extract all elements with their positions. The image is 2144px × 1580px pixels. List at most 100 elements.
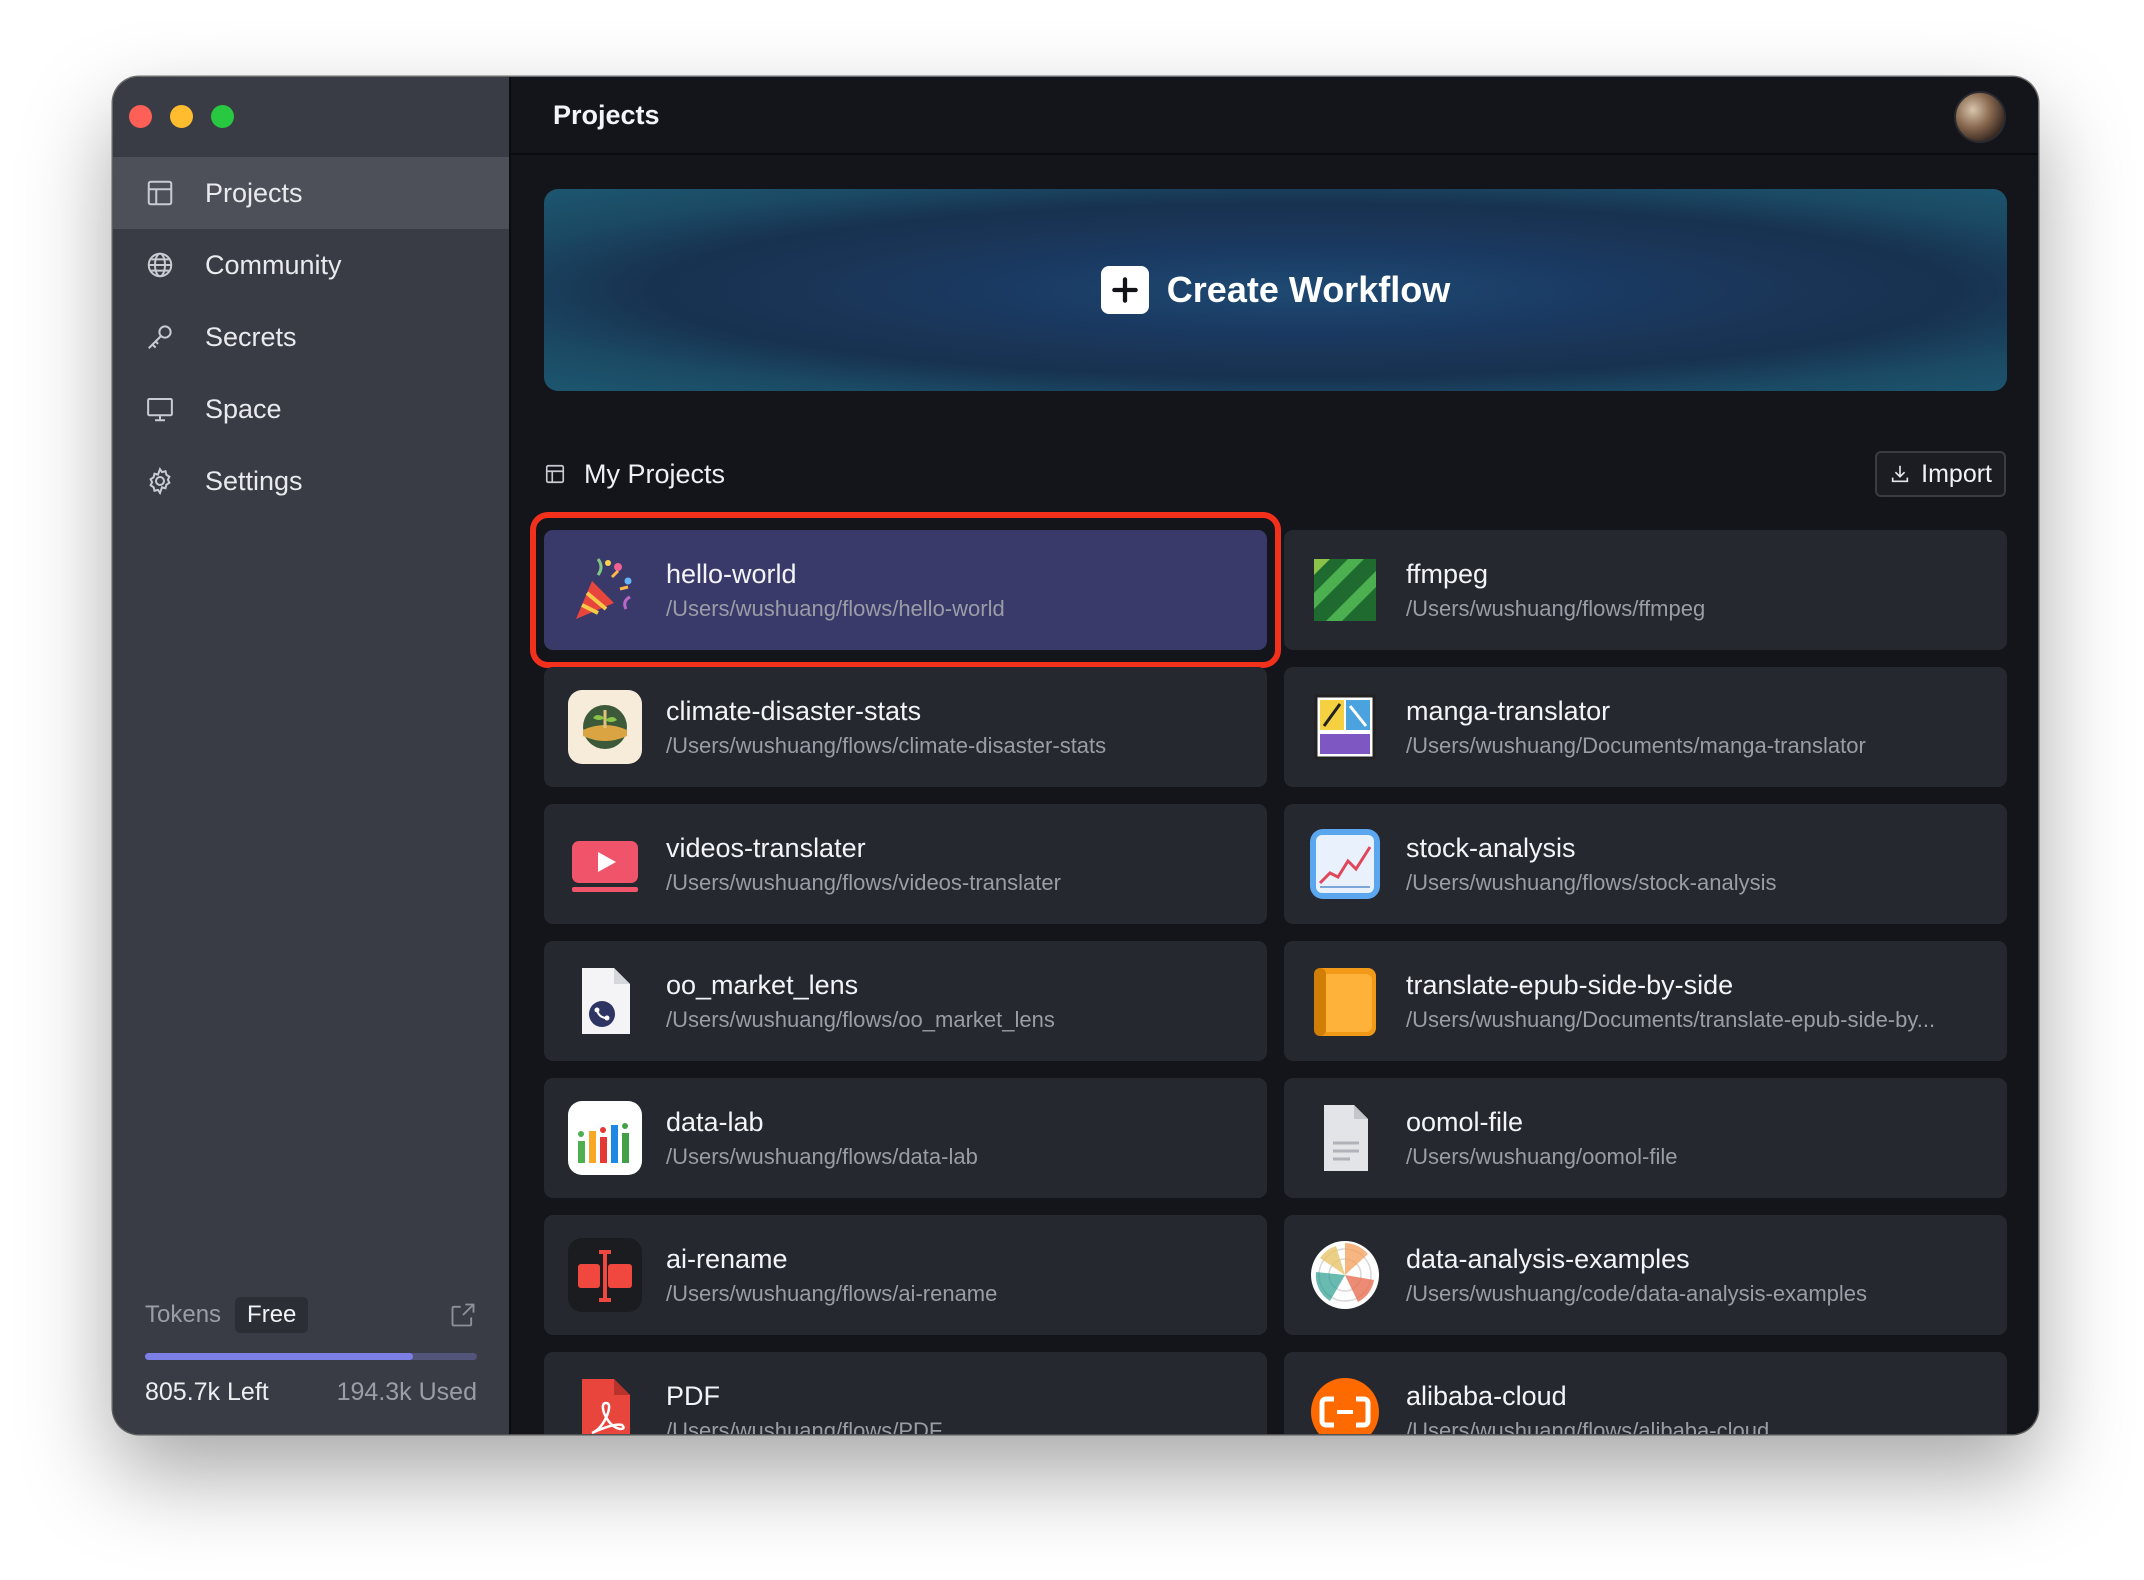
sidebar-nav: Projects Community Secrets Space Setting… [113,157,509,517]
project-path: /Users/wushuang/flows/ffmpeg [1406,595,1706,621]
project-card-alibaba-cloud[interactable]: alibaba-cloud /Users/wushuang/flows/alib… [1284,1352,2007,1434]
party-popper-icon [568,553,642,627]
avatar[interactable] [1954,91,2006,143]
project-path: /Users/wushuang/flows/data-lab [666,1143,978,1169]
project-name: data-lab [666,1106,764,1137]
project-path: /Users/wushuang/flows/stock-analysis [1406,869,1777,895]
tokens-label: Tokens [145,1301,222,1328]
sidebar-item-label: Community [205,249,342,280]
top-bar: Projects [511,77,2038,155]
project-card-pdf[interactable]: PDF /Users/wushuang/flows/PDF [544,1352,1267,1434]
tokens-left: 805.7k Left [145,1378,269,1406]
project-card-hello-world[interactable]: hello-world /Users/wushuang/flows/hello-… [530,512,1281,668]
sidebar-item-secrets[interactable]: Secrets [113,301,509,373]
token-usage-bar [145,1353,477,1360]
sidebar-item-label: Projects [205,177,303,208]
table-icon [145,178,175,208]
project-card-oo-market-lens[interactable]: oo_market_lens /Users/wushuang/flows/oo_… [544,941,1267,1061]
tokens-used: 194.3k Used [336,1378,477,1406]
import-button[interactable]: Import [1875,451,2006,497]
project-name: oo_market_lens [666,969,859,1000]
main-area: Projects Create Workflow My Projects Imp… [511,77,2038,1434]
token-usage: Tokens Free 805.7k Left 194.3k Used [145,1295,477,1407]
sidebar-item-community[interactable]: Community [113,229,509,301]
project-path: /Users/wushuang/flows/oo_market_lens [666,1006,1055,1032]
section-title: My Projects [584,458,726,489]
book-icon [1308,964,1382,1038]
sidebar-item-projects[interactable]: Projects [113,157,509,229]
close-window-button[interactable] [129,105,152,128]
plus-icon [1100,266,1149,314]
create-workflow-label: Create Workflow [1166,269,1451,310]
earth-plant-icon [568,690,642,764]
external-link-icon[interactable] [449,1301,477,1329]
project-name: alibaba-cloud [1406,1380,1567,1411]
plan-badge: Free [235,1297,309,1333]
minimize-window-button[interactable] [170,105,193,128]
project-path: /Users/wushuang/Documents/translate-epub… [1406,1006,1936,1032]
my-projects-header: My Projects Import [544,451,2006,497]
page-title: Projects [553,99,660,130]
sidebar-item-space[interactable]: Space [113,373,509,445]
manga-icon [1308,690,1382,764]
project-name: hello-world [666,558,797,589]
rename-icon [568,1238,642,1312]
project-card-data-lab[interactable]: data-lab /Users/wushuang/flows/data-lab [544,1078,1267,1198]
project-card-oomol-file[interactable]: oomol-file /Users/wushuang/oomol-file [1284,1078,2007,1198]
sidebar-item-settings[interactable]: Settings [113,445,509,517]
project-path: /Users/wushuang/oomol-file [1406,1143,1678,1169]
project-name: videos-translater [666,832,866,863]
import-label: Import [1921,459,1992,488]
sidebar-item-label: Space [205,393,282,424]
app-window: Projects Community Secrets Space Setting… [113,77,2038,1434]
project-path: /Users/wushuang/flows/videos-translater [666,869,1061,895]
project-name: ffmpeg [1406,558,1489,589]
radar-chart-icon [1308,1238,1382,1312]
project-path: /Users/wushuang/flows/PDF [666,1417,943,1435]
sidebar-item-label: Secrets [205,321,297,352]
stock-chart-icon [1308,827,1382,901]
project-name: data-analysis-examples [1406,1243,1690,1274]
alibaba-cloud-icon [1308,1375,1382,1434]
project-grid: hello-world /Users/wushuang/flows/hello-… [530,512,2007,1434]
project-path: /Users/wushuang/Documents/manga-translat… [1406,732,1866,758]
project-card-ffmpeg[interactable]: ffmpeg /Users/wushuang/flows/ffmpeg [1284,530,2007,650]
project-path: /Users/wushuang/code/data-analysis-examp… [1406,1280,1868,1306]
project-name: ai-rename [666,1243,788,1274]
create-workflow-button[interactable]: Create Workflow [544,189,2007,391]
import-icon [1891,465,1909,483]
project-card-ai-rename[interactable]: ai-rename /Users/wushuang/flows/ai-renam… [544,1215,1267,1335]
table-icon [544,463,566,485]
project-card-climate-disaster-stats[interactable]: climate-disaster-stats /Users/wushuang/f… [544,667,1267,787]
monitor-icon [145,394,175,424]
project-name: manga-translator [1406,695,1611,726]
project-card-stock-analysis[interactable]: stock-analysis /Users/wushuang/flows/sto… [1284,804,2007,924]
project-name: translate-epub-side-by-side [1406,969,1734,1000]
project-card-videos-translater[interactable]: videos-translater /Users/wushuang/flows/… [544,804,1267,924]
document-icon [1308,1101,1382,1175]
project-name: climate-disaster-stats [666,695,922,726]
key-icon [145,322,175,352]
project-path: /Users/wushuang/flows/alibaba-cloud [1406,1417,1770,1435]
maximize-window-button[interactable] [211,105,234,128]
project-name: stock-analysis [1406,832,1576,863]
project-card-data-analysis-examples[interactable]: data-analysis-examples /Users/wushuang/c… [1284,1215,2007,1335]
window-controls [129,105,234,128]
sidebar: Projects Community Secrets Space Setting… [113,77,511,1434]
gear-icon [145,466,175,496]
video-play-icon [568,827,642,901]
project-path: /Users/wushuang/flows/hello-world [666,595,1005,621]
bar-chart-icon [568,1101,642,1175]
pdf-icon [568,1375,642,1434]
token-usage-fill [145,1353,413,1360]
sidebar-item-label: Settings [205,465,303,496]
project-name: PDF [666,1380,720,1411]
globe-icon [145,250,175,280]
project-card-manga-translator[interactable]: manga-translator /Users/wushuang/Documen… [1284,667,2007,787]
project-name: oomol-file [1406,1106,1524,1137]
project-card-translate-epub-side-by-side[interactable]: translate-epub-side-by-side /Users/wushu… [1284,941,2007,1061]
flow-file-icon [568,964,642,1038]
project-path: /Users/wushuang/flows/climate-disaster-s… [666,732,1107,758]
project-path: /Users/wushuang/flows/ai-rename [666,1280,998,1306]
ffmpeg-logo-icon [1308,553,1382,627]
